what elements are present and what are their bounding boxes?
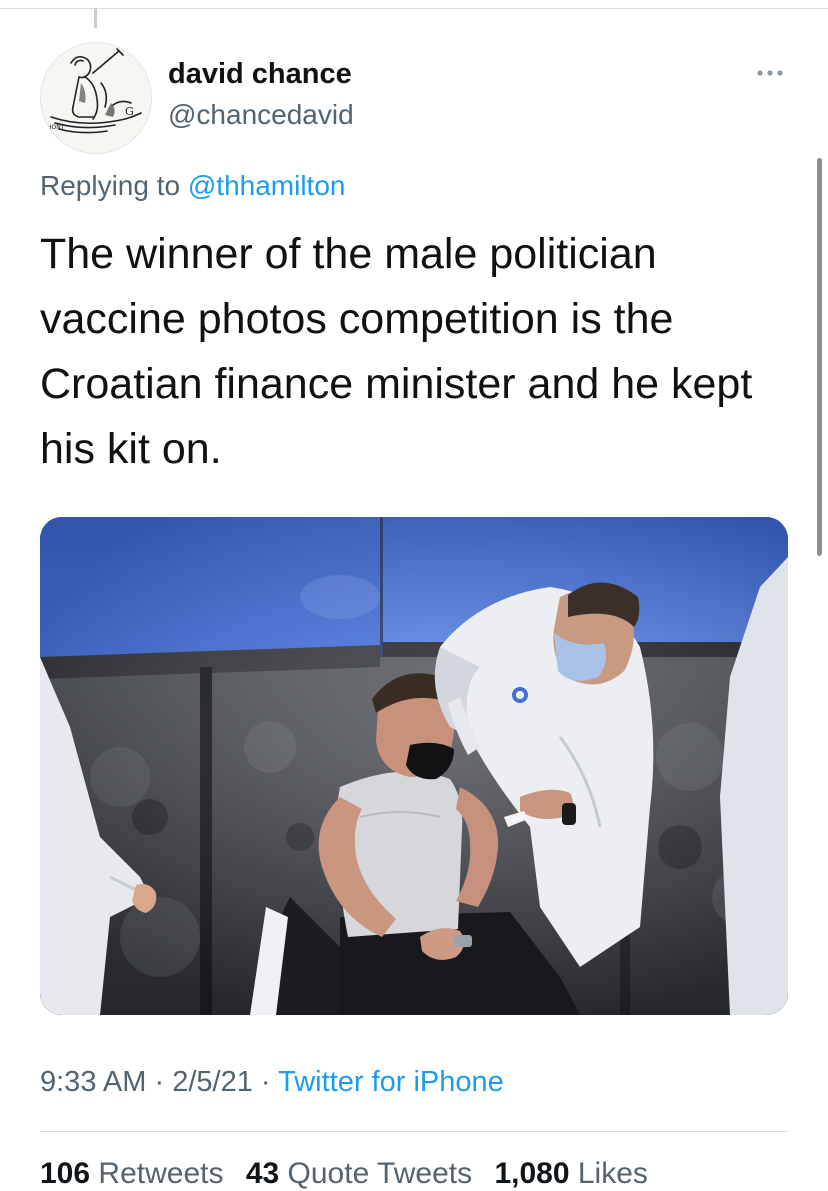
svg-text:G: G [125,105,134,118]
quote-tweets-stat[interactable]: 43 Quote Tweets [246,1157,472,1190]
tweet-time[interactable]: 9:33 AM [40,1066,146,1098]
replying-to-line: Replying to @thhamilton [40,170,345,202]
reply-mention-link[interactable]: @thhamilton [188,170,346,201]
tweet-stats: 106 Retweets 43 Quote Tweets 1,080 Likes [40,1157,662,1191]
likes-stat[interactable]: 1,080 Likes [494,1157,647,1190]
replying-to-label: Replying to [40,170,181,201]
tweet-text-line: Croatian finance minister and he kept [40,360,753,408]
quote-tweets-label: Quote Tweets [287,1157,473,1190]
tweet-text-line: vaccine photos competition is the [40,295,674,343]
svg-text:HONT: HONT [47,124,65,131]
scrollbar[interactable] [817,158,822,556]
vaccination-photo [40,517,788,1015]
tweet-text: The winner of the male politician vaccin… [40,222,790,482]
quote-tweets-count: 43 [245,1157,280,1190]
likes-label: Likes [577,1157,648,1190]
retweets-stat[interactable]: 106 Retweets [40,1157,223,1190]
tweet-text-line: his kit on. [40,425,222,473]
tweet-photo[interactable] [40,517,788,1015]
avatar-sketch-image: G HONT [41,43,151,153]
more-horizontal-icon [757,70,783,76]
likes-count: 1,080 [494,1157,570,1190]
meta-separator: · [260,1066,271,1098]
stats-divider [40,1131,788,1132]
tweet-source-link[interactable]: Twitter for iPhone [278,1066,504,1098]
tweet-text-line: The winner of the male politician [40,230,657,278]
retweets-label: Retweets [98,1157,224,1190]
thread-connector-line [94,8,97,28]
retweets-count: 106 [40,1157,91,1190]
tweet-date[interactable]: 2/5/21 [172,1066,253,1098]
author-handle[interactable]: @chancedavid [168,99,354,131]
author-display-name[interactable]: david chance [168,58,352,91]
avatar[interactable]: G HONT [40,42,152,154]
meta-separator: · [154,1066,165,1098]
tweet-timestamp-line: 9:33 AM · 2/5/21 · Twitter for iPhone [40,1066,504,1099]
more-options-button[interactable] [752,58,788,88]
top-divider [0,8,828,9]
